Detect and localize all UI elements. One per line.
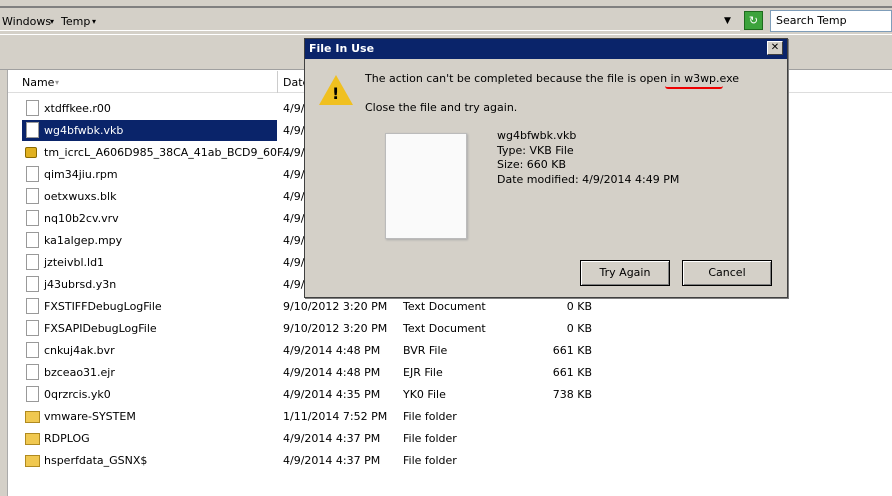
file-type: YK0 File [403,388,446,401]
navigation-pane-edge [0,70,8,496]
window-top-strip [0,0,892,8]
file-date: 4/9/2014 4:48 PM [283,366,381,379]
cancel-button[interactable]: Cancel [682,260,772,286]
file-icon-large [385,133,467,239]
file-type: File folder [403,410,457,423]
file-size: 661 KB [552,366,592,379]
file-row[interactable]: FXSTIFFDebugLogFile 9/10/2012 3:20 PM Text… [22,296,892,317]
file-name: vmware-SYSTEM [44,410,136,423]
address-bar[interactable]: Windows ▾ Temp ▾ ▼ [0,10,740,31]
chevron-down-icon[interactable]: ▾ [92,17,96,26]
history-dropdown-icon[interactable]: ▼ [724,16,731,26]
column-separator[interactable] [277,71,278,93]
lock-icon [25,147,37,158]
file-icon [26,254,39,270]
file-icon [26,100,39,116]
file-type: Type: VKB File [497,143,574,157]
file-name: wg4bfwbk.vkb [44,124,124,137]
file-type: BVR File [403,344,448,357]
file-icon [26,188,39,204]
chevron-down-icon[interactable]: ▾ [50,17,54,26]
file-row[interactable]: cnkuj4ak.bvr 4/9/2014 4:48 PM BVR File 661 … [22,340,892,361]
breadcrumb-temp[interactable]: Temp [61,15,90,28]
file-date: 4/9/2014 4:37 PM [283,454,381,467]
folder-icon [25,411,40,423]
file-row[interactable]: vmware-SYSTEM 1/11/2014 7:52 PM File folde… [22,406,892,427]
file-type: File folder [403,432,457,445]
file-name: tm_icrcL_A606D985_38CA_41ab_BCD9_60F... [44,146,293,159]
file-name: xtdffkee.r00 [44,102,111,115]
file-row[interactable]: bzceao31.ejr 4/9/2014 4:48 PM EJR File 661 … [22,362,892,383]
sort-indicator-icon: ▾ [55,78,60,87]
file-row[interactable]: hsperfdata_GSNX$ 4/9/2014 4:37 PM File fol… [22,450,892,471]
file-row[interactable]: FXSAPIDebugLogFile 9/10/2012 3:20 PM Text … [22,318,892,339]
file-date: 4/9/2014 4:35 PM [283,388,381,401]
file-size: 738 KB [552,388,592,401]
folder-icon [25,455,40,467]
file-type: File folder [403,454,457,467]
file-name: j43ubrsd.y3n [44,278,117,291]
file-icon [26,122,39,138]
file-type: Text Document [403,300,486,313]
search-input[interactable]: Search Temp [770,10,892,32]
warning-icon-mark: ! [332,84,340,103]
file-type: Text Document [403,322,486,335]
file-date: 9/10/2012 3:20 PM [283,322,388,335]
file-date: 4/9/2014 4:48 PM [283,344,381,357]
file-date: 4/9/2014 4:37 PM [283,432,381,445]
file-icon [26,298,39,314]
file-icon [26,166,39,182]
file-name: jzteivbl.ld1 [44,256,105,269]
file-name: 0qrzrcis.yk0 [44,388,111,401]
file-name: nq10b2cv.vrv [44,212,119,225]
file-size: Size: 660 KB [497,158,567,171]
file-name: ka1algep.mpy [44,234,123,247]
dialog-message: The action can't be completed because th… [365,72,740,85]
dialog-title: File In Use [309,42,375,55]
file-date: 1/11/2014 7:52 PM [283,410,388,423]
dialog-instruction: Close the file and try again. [365,101,518,114]
file-icon [26,276,39,292]
file-name: FXSTIFFDebugLogFile [44,300,162,313]
file-size: 0 KB [566,300,592,313]
file-info: wg4bfwbk.vkb Type: VKB File Size: 660 KB… [497,129,679,187]
file-name: FXSAPIDebugLogFile [44,322,157,335]
file-name: RDPLOG [44,432,90,445]
file-icon [26,364,39,380]
red-annotation-underline [665,86,723,89]
file-icon [26,232,39,248]
file-icon [26,210,39,226]
close-icon[interactable]: ✕ [767,41,783,55]
dialog-title-bar: File In Use ✕ [305,39,787,59]
address-bar-area: Windows ▾ Temp ▾ ▼ ↻ Search Temp [0,8,892,34]
column-name[interactable]: Name [22,76,54,89]
file-row[interactable]: RDPLOG 4/9/2014 4:37 PM File folder [22,428,892,449]
file-row[interactable]: 0qrzrcis.yk0 4/9/2014 4:35 PM YK0 File 738 … [22,384,892,405]
file-name: oetxwuxs.blk [44,190,117,203]
breadcrumb-windows[interactable]: Windows [2,15,51,28]
file-name: cnkuj4ak.bvr [44,344,115,357]
file-size: 0 KB [566,322,592,335]
file-size: 661 KB [552,344,592,357]
file-icon [26,386,39,402]
file-date: 9/10/2012 3:20 PM [283,300,388,313]
file-date: Date modified: 4/9/2014 4:49 PM [497,172,680,186]
file-name: hsperfdata_GSNX$ [44,454,148,467]
file-type: EJR File [403,366,443,379]
file-in-use-dialog: File In Use ✕ ! The action can't be comp… [304,38,788,298]
refresh-icon[interactable]: ↻ [744,11,763,30]
file-icon [26,320,39,336]
try-again-button[interactable]: Try Again [580,260,670,286]
folder-icon [25,433,40,445]
file-icon [26,342,39,358]
file-name: wg4bfwbk.vkb [497,129,577,142]
file-name: qim34jiu.rpm [44,168,118,181]
file-name: bzceao31.ejr [44,366,115,379]
